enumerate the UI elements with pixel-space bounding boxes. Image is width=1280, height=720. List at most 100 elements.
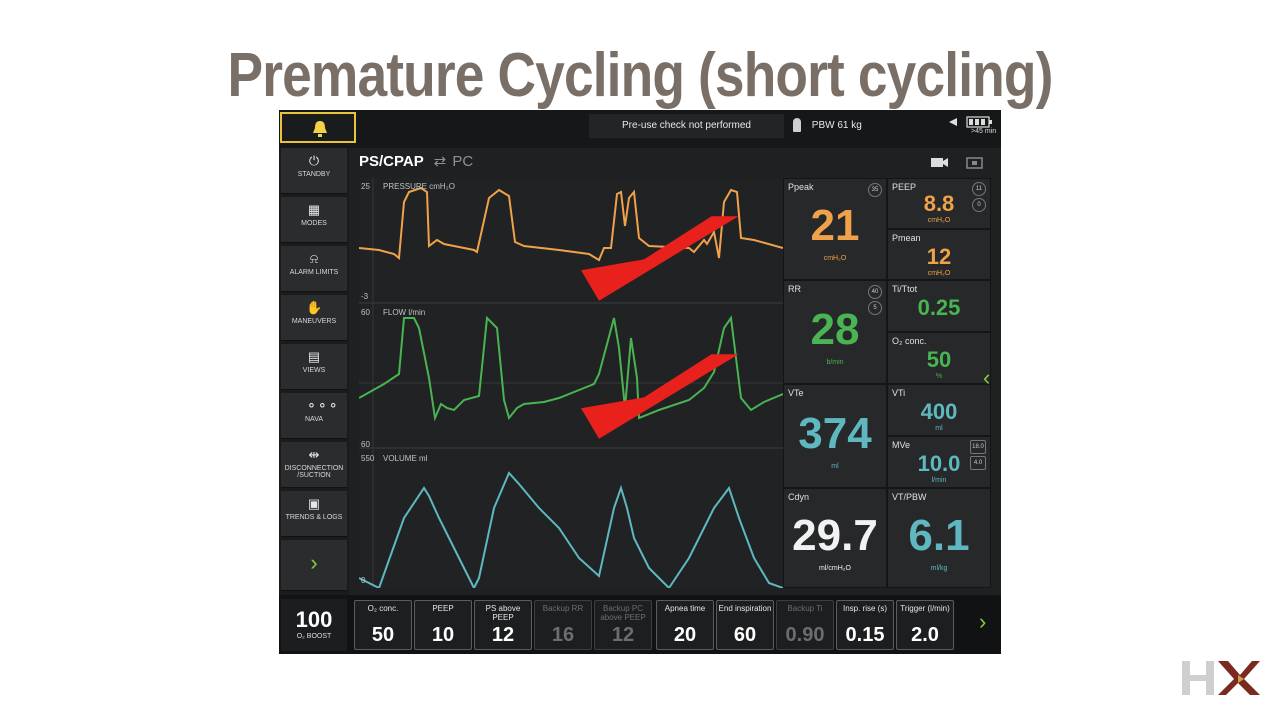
vti-value: 400: [920, 399, 958, 424]
chevron-right-icon: ›: [979, 609, 987, 634]
settings-bar: 100 O₂ BOOST O₂ conc. 50 PEEP 10 PS abov…: [279, 595, 1001, 654]
mve-value: 10.0: [917, 451, 961, 476]
tile-mve[interactable]: MVe 18.0 4.0 10.0 l/min: [887, 436, 991, 488]
setting-ps-above-peep[interactable]: PS above PEEP 12: [474, 600, 532, 650]
o2-value: 50: [926, 347, 952, 372]
ti-ttot-value: 0.25: [917, 295, 961, 320]
setting-label: Backup RR: [542, 604, 584, 613]
setting-end-inspiration[interactable]: End inspiration 60: [716, 600, 774, 650]
battery-time: >45 min: [971, 128, 997, 135]
sidebar-item-views[interactable]: ▤ VIEWS: [281, 344, 347, 390]
rr-limit-hi: 40: [868, 285, 882, 299]
mve-unit: l/min: [931, 477, 947, 484]
setting-label: Trigger (l/min): [900, 604, 950, 613]
setting-backup-pc[interactable]: Backup PC above PEEP 12: [594, 600, 652, 650]
trends-icon: ▣: [307, 496, 321, 511]
bell-icon: [313, 121, 327, 137]
sidebar-item-disconnection[interactable]: ⇹ DISCONNECTION /SUCTION: [281, 442, 347, 488]
tile-cdyn[interactable]: Cdyn 29.7 ml/cmH₂O: [783, 488, 887, 588]
setting-value: 12: [491, 624, 515, 646]
alarm-bell-button[interactable]: [280, 112, 356, 143]
hx-logo: [1178, 657, 1262, 699]
setting-label: PEEP: [432, 604, 454, 613]
sidebar-item-standby[interactable]: ⏻ STANDBY: [281, 148, 347, 194]
rr-unit: b/min: [826, 359, 844, 366]
setting-backup-rr[interactable]: Backup RR 16: [534, 600, 592, 650]
pmean-unit: cmH₂O: [927, 270, 951, 277]
annotation-arrow-pressure: [581, 216, 739, 301]
tile-o2[interactable]: O₂ conc. 50 %: [887, 332, 991, 384]
setting-apnea-time[interactable]: Apnea time 20: [656, 600, 714, 650]
peep-unit: cmH₂O: [927, 217, 951, 224]
tile-ppeak[interactable]: Ppeak 35 21 cmH₂O: [783, 178, 887, 280]
setting-value: 20: [673, 624, 697, 646]
setting-value: 60: [733, 624, 757, 646]
sidebar-item-label: MANEUVERS: [291, 318, 337, 325]
vti-unit: ml: [935, 425, 943, 432]
current-mode: PS/CPAP: [359, 153, 424, 170]
cdyn-unit: ml/cmH₂O: [819, 565, 851, 572]
volume-label: VOLUME ml: [383, 454, 428, 463]
snapshot-icon[interactable]: [964, 152, 986, 174]
views-icon: ▤: [307, 349, 321, 364]
pmean-value: 12: [926, 244, 952, 269]
side-panel-toggle[interactable]: ‹: [983, 365, 1001, 401]
tile-rr[interactable]: RR 40 5 28 b/min: [783, 280, 887, 384]
o2-label: O₂ conc.: [892, 336, 927, 346]
sidebar-expand-button[interactable]: ›: [281, 540, 347, 591]
volume-ymax: 550: [361, 454, 375, 463]
chevron-right-icon: ›: [310, 550, 318, 575]
rr-value: 28: [810, 305, 860, 354]
tile-peep[interactable]: PEEP 11 0 8.8 cmH₂O: [887, 178, 991, 229]
setting-label: Insp. rise (s): [842, 604, 887, 613]
volume-waveform: [358, 471, 784, 591]
o2-boost-button[interactable]: 100 O₂ BOOST: [281, 599, 347, 651]
setting-value: 0.15: [845, 624, 885, 646]
next-settings-button[interactable]: ›: [979, 609, 999, 639]
ventilator-screen: Pre-use check not performed PBW 61 kg >4…: [279, 110, 1001, 654]
setting-o2-conc[interactable]: O₂ conc. 50: [354, 600, 412, 650]
rr-label: RR: [788, 284, 801, 294]
sidebar-item-alarm-limits[interactable]: ⍾ ALARM LIMITS: [281, 246, 347, 292]
sidebar-item-modes[interactable]: ▦ MODES: [281, 197, 347, 243]
ppeak-limit: 35: [868, 183, 882, 197]
grid-icon: ▦: [307, 202, 321, 217]
vte-value: 374: [798, 409, 872, 458]
pbw-display[interactable]: PBW 61 kg: [791, 114, 941, 138]
camera-icon[interactable]: [929, 152, 951, 174]
mve-label: MVe: [892, 440, 911, 450]
sidebar-item-label: VIEWS: [302, 367, 326, 374]
setting-value: 16: [551, 624, 575, 646]
vt-pbw-value: 6.1: [908, 511, 970, 560]
setting-label: Backup PC above PEEP: [600, 604, 646, 622]
vte-unit: ml: [831, 463, 839, 470]
tile-ti-ttot[interactable]: Ti/Ttot 0.25: [887, 280, 991, 332]
vt-pbw-unit: ml/kg: [930, 565, 948, 572]
battery-status: >45 min: [947, 116, 997, 144]
setting-value: 50: [371, 624, 395, 646]
setting-trigger[interactable]: Trigger (l/min) 2.0: [896, 600, 954, 650]
sidebar-item-maneuvers[interactable]: ✋ MANEUVERS: [281, 295, 347, 341]
sidebar-item-trends[interactable]: ▣ TRENDS & LOGS: [281, 491, 347, 537]
tile-vt-pbw[interactable]: VT/PBW 6.1 ml/kg: [887, 488, 991, 588]
tile-vti[interactable]: VTi 400 ml: [887, 384, 991, 436]
slide-title: Premature Cycling (short cycling): [227, 41, 1054, 110]
ti-ttot-label: Ti/Ttot: [892, 284, 918, 294]
setting-backup-ti[interactable]: Backup Ti 0.90: [776, 600, 834, 650]
sidebar-item-nava[interactable]: ⚬⚬⚬ NAVA: [281, 393, 347, 439]
sidebar-item-label: ALARM LIMITS: [289, 269, 339, 276]
pressure-ymax: 25: [361, 182, 370, 191]
setting-label: Apnea time: [664, 604, 706, 613]
pbw-value: PBW 61 kg: [811, 120, 862, 131]
tile-pmean[interactable]: Pmean 12 cmH₂O: [887, 229, 991, 280]
power-icon: ⏻: [308, 153, 320, 168]
mode-selector[interactable]: PS/CPAP ⇄ PC: [359, 152, 473, 170]
tile-vte[interactable]: VTe 374 ml: [783, 384, 887, 488]
pressure-ymin: -3: [361, 292, 369, 301]
setting-insp-rise[interactable]: Insp. rise (s) 0.15: [836, 600, 894, 650]
setting-peep[interactable]: PEEP 10: [414, 600, 472, 650]
chevron-left-icon: ‹: [983, 365, 991, 390]
setting-label: End inspiration: [718, 604, 772, 613]
sidebar-item-label: STANDBY: [297, 171, 331, 178]
setting-label: O₂ conc.: [367, 604, 399, 613]
